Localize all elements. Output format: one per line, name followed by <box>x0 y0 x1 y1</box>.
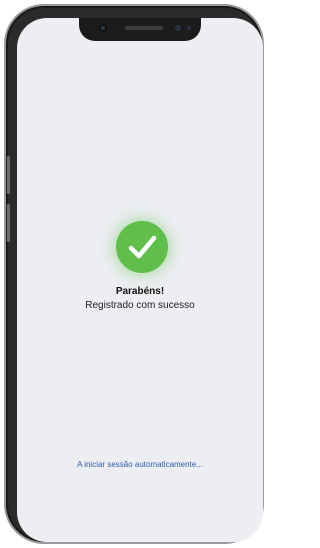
phone-frame: Parabéns! Registrado com sucesso A inici… <box>4 4 264 544</box>
volume-up-button <box>7 156 10 194</box>
app-screen: Parabéns! Registrado com sucesso A inici… <box>17 18 263 542</box>
phone-notch <box>79 18 201 41</box>
sensor-icon <box>175 25 181 31</box>
success-title: Parabéns! <box>115 286 165 297</box>
volume-down-button <box>7 204 10 242</box>
front-camera-icon <box>99 24 107 32</box>
proximity-sensor-icon <box>187 26 191 30</box>
success-check-icon <box>116 221 168 273</box>
success-message: Registrado com sucesso <box>85 300 195 311</box>
auto-login-status: A iniciar sessão automaticamente... <box>77 460 203 469</box>
earpiece-speaker <box>125 26 163 30</box>
